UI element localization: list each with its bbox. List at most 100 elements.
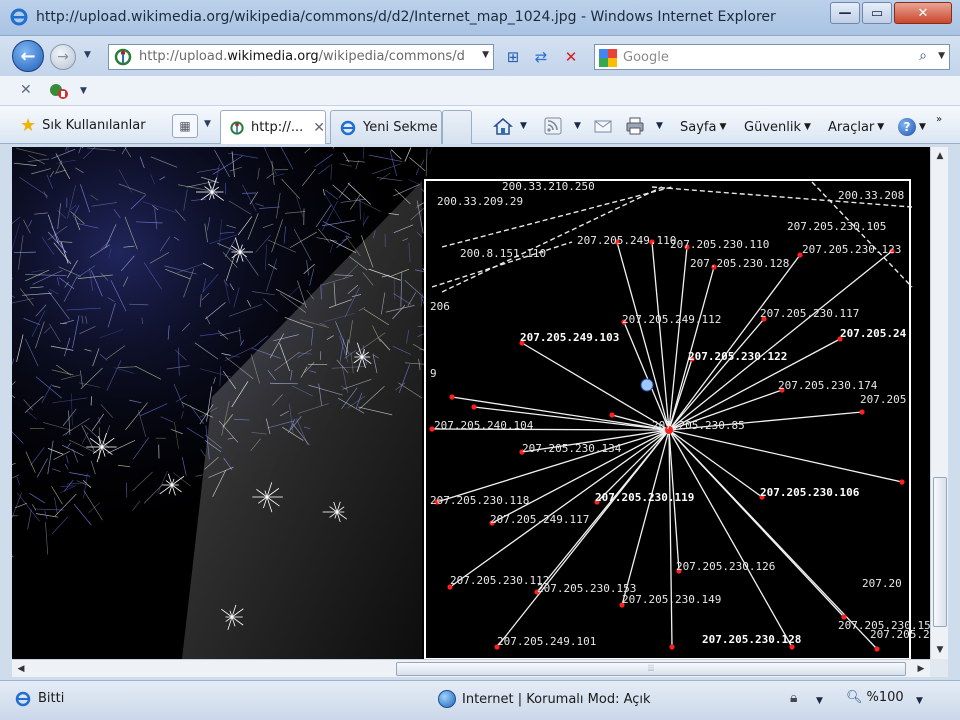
command-row: ✕ ▼ [0,76,960,106]
page-menu[interactable]: Sayfa ▼ [680,116,726,138]
status-bar: Bitti Internet | Korumalı Mod: Açık 🔒︎ ▼… [0,680,960,720]
tab-close-icon[interactable]: ✕ [313,120,325,136]
vertical-scrollbar[interactable]: ▲ ▼ [930,147,948,659]
zoom-dropdown[interactable]: ▼ [916,696,923,706]
help-menu[interactable]: ? ▼ [898,116,926,138]
node-ip-label: 207.205.249.103 [520,331,619,344]
safety-menu[interactable]: Güvenlik ▼ [744,116,811,138]
tab-label: Yeni Sekme [363,120,438,135]
tools-menu[interactable]: Araçlar ▼ [828,116,884,138]
zoom-level: %100 [866,690,904,705]
node-ip-label: 207.205.249.112 [622,313,721,326]
globe-icon [438,690,456,708]
refresh-button[interactable]: ⇄ [528,44,554,70]
help-icon: ? [898,118,916,136]
print-dropdown[interactable]: ▼ [656,121,663,131]
quick-tabs-icon: ▦ [179,119,191,133]
scroll-left-icon[interactable]: ◀ [12,660,30,678]
new-tab-button[interactable] [442,110,472,144]
node-ip-label: 207.205.230.134 [522,442,622,455]
node-ip-label: 207.205.230.128 [702,633,801,646]
node-ip-label: 206 [430,300,450,313]
stop-icon: ✕ [564,48,578,66]
scroll-right-icon[interactable]: ▶ [912,660,930,678]
quick-tabs-button[interactable]: ▦ [172,114,198,138]
vertical-scroll-thumb[interactable] [933,477,947,627]
web-slice-icon[interactable] [48,82,70,100]
maximize-button[interactable]: ▭ [862,2,892,24]
tab-current[interactable]: http://... ✕ [220,110,326,144]
tab-new[interactable]: Yeni Sekme [330,110,442,144]
node-ip-label: 207.205.230.105 [787,220,886,233]
search-options-dropdown[interactable]: ▼ [938,51,945,61]
status-text: Bitti [38,691,65,706]
node-ip-label: 207.205.240.104 [434,419,534,432]
node-ip-label: 207.205.230.85 [652,419,745,432]
node-ip-label: 207.205.249.101 [497,635,596,648]
tab-list-dropdown[interactable]: ▼ [204,119,211,129]
close-icon: ✕ [917,5,929,21]
zoom-control[interactable]: 🔍︎ %100 [846,690,904,705]
node-ip-label: 207.205.230.112 [450,574,549,587]
favorites-button[interactable]: ★ Sık Kullanılanlar [20,114,146,136]
home-icon[interactable] [492,116,514,136]
refresh-icon: ⇄ [534,48,548,66]
favorites-star-icon: ★ [20,114,37,136]
node-ip-label: 207.205.2 [870,628,930,641]
zone-label: Internet | Korumalı Mod: Açık [462,691,651,707]
search-input[interactable] [623,48,893,66]
favorites-label: Sık Kullanılanlar [42,117,146,133]
node-ip-label: 207.205.230.128 [690,257,789,270]
window-title: http://upload.wikimedia.org/wikipedia/co… [36,9,776,25]
search-box[interactable]: ⌕ ▼ [594,44,950,70]
close-bar-icon[interactable]: ✕ [20,82,32,98]
internet-map-image: 200.33.210.250 200.33.209.29 200.33.208 207… [12,147,930,659]
security-zone[interactable]: Internet | Korumalı Mod: Açık [438,690,651,708]
node-ip-label: 207.205.249.110 [577,234,676,247]
stop-button[interactable]: ✕ [558,44,584,70]
home-dropdown[interactable]: ▼ [520,121,527,131]
node-ip-label: 200.33.209.29 [437,195,523,208]
node-ip-label: 207.205.230.123 [802,243,901,256]
wikimedia-site-icon [114,48,132,66]
image-viewport: 200.33.210.250 200.33.209.29 200.33.208 207… [12,147,930,659]
forward-arrow-icon: → [57,49,69,65]
feeds-dropdown[interactable]: ▼ [574,121,581,131]
address-dropdown[interactable]: ▼ [482,50,489,60]
scroll-down-icon[interactable]: ▼ [931,641,949,659]
node-ip-label: 207.20 [862,577,902,590]
back-button[interactable]: ← [12,40,44,72]
compatibility-view-icon: ⊞ [506,48,520,66]
scroll-corner [930,659,948,677]
internet-explorer-icon [10,8,28,26]
web-slice-dropdown[interactable]: ▼ [80,86,87,96]
node-ip-label: 9 [430,367,437,380]
privacy-icon[interactable]: 🔒︎ [790,690,797,706]
scroll-up-icon[interactable]: ▲ [931,147,949,165]
print-icon[interactable] [624,116,646,136]
address-bar[interactable]: http://upload.wikimedia.org/wikipedia/co… [108,44,494,70]
node-ip-label: 207.205.249.117 [490,513,589,526]
node-ip-label: 207.205.230.110 [670,238,769,251]
compatibility-view-button[interactable]: ⊞ [500,44,526,70]
node-ip-label: 207.205 [860,393,906,406]
forward-button[interactable]: → [50,44,76,70]
node-ip-label: 207.205.230.126 [676,560,775,573]
feeds-icon[interactable] [542,116,564,136]
privacy-dropdown[interactable]: ▼ [816,696,823,706]
horizontal-scroll-thumb[interactable]: ⦙⦙⦙ [396,662,906,676]
recent-pages-dropdown[interactable]: ▼ [84,50,91,60]
more-commands-chevron-icon[interactable]: » [936,108,942,130]
node-ip-label: 200.33.208 [838,189,904,202]
close-window-button[interactable]: ✕ [894,2,952,24]
node-ip-label: 207.205.230.149 [622,593,721,606]
read-mail-icon[interactable] [592,116,614,136]
node-ip-label: 200.8.151.110 [460,247,546,260]
back-arrow-icon: ← [20,45,36,67]
horizontal-scrollbar[interactable]: ◀ ⦙⦙⦙ ▶ [12,659,930,677]
google-logo-icon [599,49,617,67]
tab-label: http://... [251,120,304,135]
node-ip-label: 207.205.24 [840,327,907,340]
search-magnifier-icon[interactable]: ⌕ [919,48,927,64]
minimize-button[interactable]: — [830,2,860,24]
